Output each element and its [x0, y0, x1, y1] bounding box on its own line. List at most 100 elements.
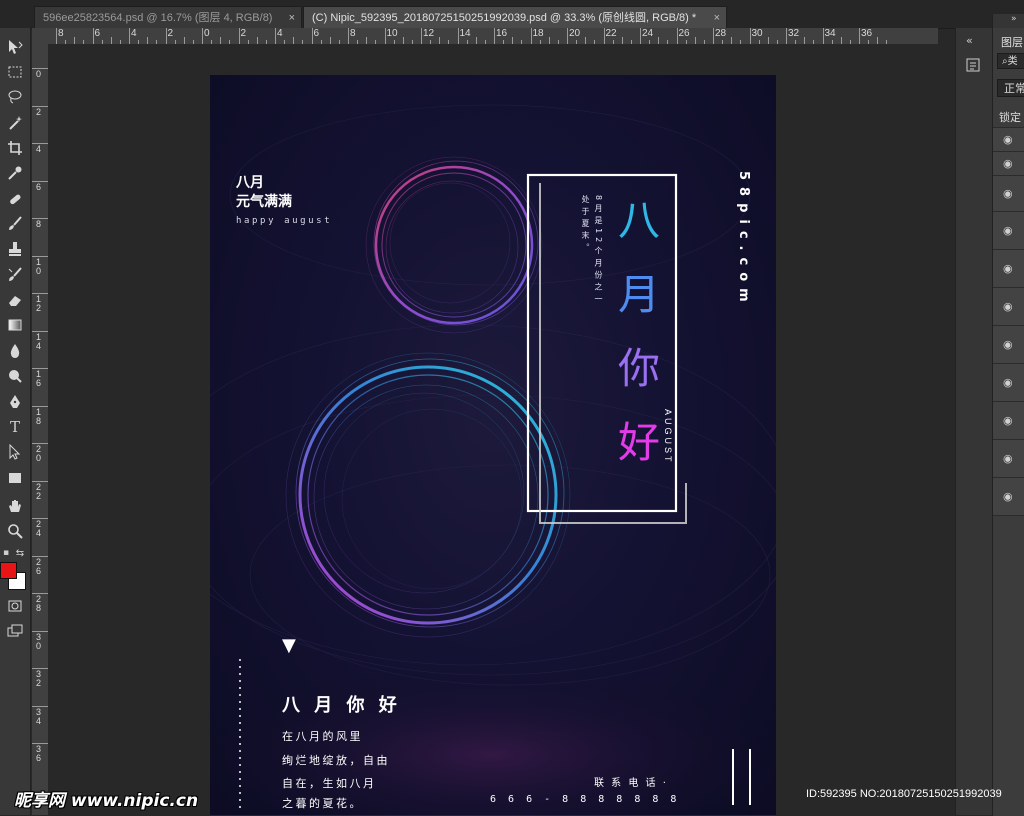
- layer-row[interactable]: ◉: [993, 175, 1024, 212]
- vertical-ruler[interactable]: 024681012141618202224262830323436: [32, 44, 49, 815]
- contact-phone: 6 6 6 - 8 8 8 8 8 8 8: [490, 794, 680, 805]
- eye-icon[interactable]: ◉: [1003, 490, 1013, 503]
- ruler-label: 28: [715, 28, 727, 39]
- ruler-minor-tick: [621, 37, 623, 44]
- lasso-icon[interactable]: [3, 86, 27, 108]
- marquee-icon[interactable]: [3, 61, 27, 83]
- dodge-icon[interactable]: [3, 365, 27, 387]
- layer-filter-select[interactable]: ⌕类: [997, 53, 1024, 69]
- zoom-icon[interactable]: [3, 520, 27, 542]
- eyedropper-icon[interactable]: [3, 162, 27, 184]
- quick-mask-icon[interactable]: [3, 595, 27, 617]
- ruler-label: 24: [642, 28, 654, 39]
- collapse-icon[interactable]: »: [1011, 14, 1017, 24]
- ruler-label: 8: [58, 28, 64, 39]
- swap-colors-icon[interactable]: ⇆: [14, 542, 26, 564]
- ruler-label: 36: [35, 744, 41, 763]
- layer-row[interactable]: ◉: [993, 249, 1024, 288]
- layer-row[interactable]: ◉: [993, 477, 1024, 516]
- ruler-label: 10: [386, 28, 398, 39]
- poster-canvas[interactable]: 八月 元气满满 happy august 58pic.com 八 月 你 好 8…: [210, 75, 776, 815]
- ruler-label: 12: [423, 28, 435, 39]
- back-frame: [539, 183, 687, 524]
- layers-tab[interactable]: 图层: [1001, 34, 1023, 50]
- type-icon[interactable]: T: [3, 416, 27, 438]
- document-tab-bar: 596ee25823564.psd @ 16.7% (图层 4, RGB/8) …: [0, 0, 1024, 29]
- path-select-icon[interactable]: [3, 441, 27, 463]
- ruler-minor-tick: [147, 37, 149, 44]
- layer-row[interactable]: ◉: [993, 287, 1024, 326]
- crop-icon[interactable]: [3, 137, 27, 159]
- ruler-minor-tick: [877, 37, 879, 44]
- ruler-minor-tick: [439, 37, 441, 44]
- ruler-tick: [786, 28, 787, 44]
- blend-mode-select[interactable]: 正常: [997, 79, 1024, 97]
- body-line-2: 绚烂地绽放，自由: [282, 754, 390, 767]
- hand-icon[interactable]: [3, 495, 27, 517]
- ruler-origin[interactable]: [32, 28, 48, 44]
- pen-icon[interactable]: [3, 391, 27, 413]
- eye-icon[interactable]: ◉: [1003, 157, 1013, 170]
- gradient-icon[interactable]: [3, 314, 27, 336]
- ruler-label: 36: [861, 28, 873, 39]
- ruler-tick: [129, 28, 130, 44]
- blur-icon[interactable]: [3, 340, 27, 362]
- ruler-label: 4: [277, 28, 283, 39]
- eye-icon[interactable]: ◉: [1003, 187, 1013, 200]
- stamp-icon[interactable]: [3, 238, 27, 260]
- ruler-tick: [530, 28, 532, 44]
- eye-icon[interactable]: ◉: [1003, 262, 1013, 275]
- body-line-1: 在八月的风里: [282, 730, 363, 743]
- foreground-color-swatch[interactable]: [0, 562, 17, 579]
- layer-row[interactable]: ◉: [993, 151, 1024, 176]
- default-colors-icon[interactable]: ▪: [0, 542, 12, 564]
- horizontal-ruler[interactable]: 8 6 4 2 0 2 4 6 8 10 12 14 16 18 20 22 24 26 28 30 32 34 36: [48, 28, 938, 45]
- image-id-watermark: ID:592395 NO:20180725150251992039: [806, 788, 1002, 800]
- layer-row[interactable]: ◉: [993, 363, 1024, 402]
- layer-row[interactable]: ◉: [993, 325, 1024, 364]
- ruler-minor-tick: [110, 37, 112, 44]
- close-icon[interactable]: ×: [714, 7, 720, 29]
- history-brush-icon[interactable]: [3, 264, 27, 286]
- eraser-icon[interactable]: [3, 289, 27, 311]
- eye-icon[interactable]: ◉: [1003, 300, 1013, 313]
- ruler-minor-tick: [512, 37, 514, 44]
- ruler-label: 2: [167, 28, 174, 39]
- ruler-tick: [494, 28, 495, 44]
- tab-label: 596ee25823564.psd @ 16.7% (图层 4, RGB/8): [43, 12, 273, 24]
- ruler-tick: [384, 28, 386, 44]
- layer-row[interactable]: ◉: [993, 127, 1024, 152]
- ruler-label: 24: [35, 519, 41, 538]
- layer-row[interactable]: ◉: [993, 401, 1024, 440]
- move-icon[interactable]: [3, 36, 27, 58]
- rectangle-shape-icon[interactable]: [3, 467, 27, 489]
- eye-icon[interactable]: ◉: [1003, 414, 1013, 427]
- ruler-minor-tick: [804, 37, 806, 44]
- eye-icon[interactable]: ◉: [1003, 224, 1013, 237]
- healing-brush-icon[interactable]: [3, 188, 27, 210]
- magic-wand-icon[interactable]: [3, 112, 27, 134]
- ruler-minor-tick: [475, 37, 477, 44]
- panel-arrows-icon[interactable]: «: [966, 34, 973, 47]
- ruler-minor-tick: [366, 37, 368, 44]
- eye-icon[interactable]: ◉: [1003, 452, 1013, 465]
- triangle-marker: ▼: [282, 635, 296, 656]
- layer-row[interactable]: ◉: [993, 439, 1024, 478]
- tab-document-2[interactable]: (C) Nipic_592395_20180725150251992039.ps…: [303, 6, 727, 28]
- tab-document-1[interactable]: 596ee25823564.psd @ 16.7% (图层 4, RGB/8) …: [34, 6, 302, 28]
- lock-label: 锁定: [999, 111, 1021, 124]
- history-panel-icon[interactable]: [964, 56, 982, 74]
- ruler-label: 4: [35, 144, 41, 154]
- eye-icon[interactable]: ◉: [1003, 133, 1013, 146]
- eye-icon[interactable]: ◉: [1003, 338, 1013, 351]
- brush-icon[interactable]: [3, 213, 27, 235]
- ruler-label: 18: [35, 406, 41, 426]
- ruler-tick: [822, 28, 824, 44]
- site-logo-watermark: 昵享网 www.nipic.cn: [14, 791, 199, 811]
- ruler-label: 28: [35, 594, 41, 613]
- eye-icon[interactable]: ◉: [1003, 376, 1013, 389]
- vertical-english-word: AUGUST: [663, 409, 673, 465]
- layer-row[interactable]: ◉: [993, 211, 1024, 250]
- close-icon[interactable]: ×: [289, 7, 295, 29]
- screen-mode-icon[interactable]: [3, 620, 27, 642]
